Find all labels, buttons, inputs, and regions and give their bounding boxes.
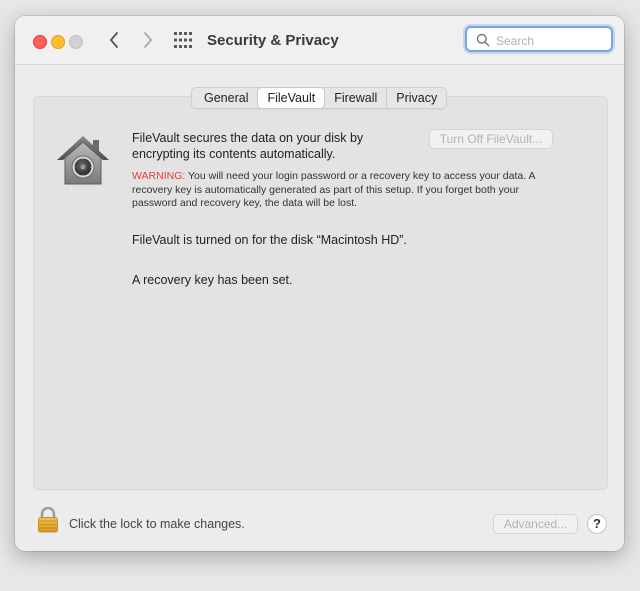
search-input[interactable] [494, 31, 610, 51]
advanced-button[interactable]: Advanced... [493, 514, 578, 534]
filevault-description: FileVault secures the data on your disk … [132, 131, 364, 161]
tab-general[interactable]: General [192, 88, 257, 108]
close-icon[interactable] [33, 35, 47, 49]
lock-hint: Click the lock to make changes. [69, 517, 245, 531]
filevault-disk-status: FileVault is turned on for the disk “Mac… [132, 233, 407, 247]
show-all-button[interactable] [173, 31, 193, 49]
help-button[interactable]: ? [587, 514, 607, 534]
zoom-icon[interactable] [69, 35, 83, 49]
grid-icon [174, 32, 192, 48]
warning-message: WARNING: You will need your login passwo… [132, 170, 552, 211]
chevron-right-icon [144, 32, 152, 48]
forward-button[interactable] [137, 29, 159, 51]
lock-icon[interactable] [37, 507, 59, 533]
search-icon [476, 33, 490, 47]
chevron-left-icon [110, 32, 118, 48]
tab-firewall[interactable]: Firewall [325, 88, 386, 108]
tab-privacy[interactable]: Privacy [386, 88, 446, 108]
tab-bar: General FileVault Firewall Privacy [191, 87, 448, 109]
warning-label: WARNING: [132, 170, 186, 182]
back-button[interactable] [103, 29, 125, 51]
minimize-icon[interactable] [51, 35, 65, 49]
search-field[interactable] [465, 26, 613, 52]
window-title: Security & Privacy [207, 32, 339, 49]
filevault-house-icon [57, 136, 109, 185]
recovery-key-status: A recovery key has been set. [132, 273, 293, 287]
preferences-window: Security & Privacy General FileVault Fir… [15, 16, 624, 551]
tab-filevault[interactable]: FileVault [258, 88, 325, 108]
warning-text: You will need your login password or a r… [132, 170, 535, 209]
turn-off-filevault-button[interactable]: Turn Off FileVault... [429, 129, 553, 149]
title-bar: Security & Privacy [15, 16, 624, 65]
